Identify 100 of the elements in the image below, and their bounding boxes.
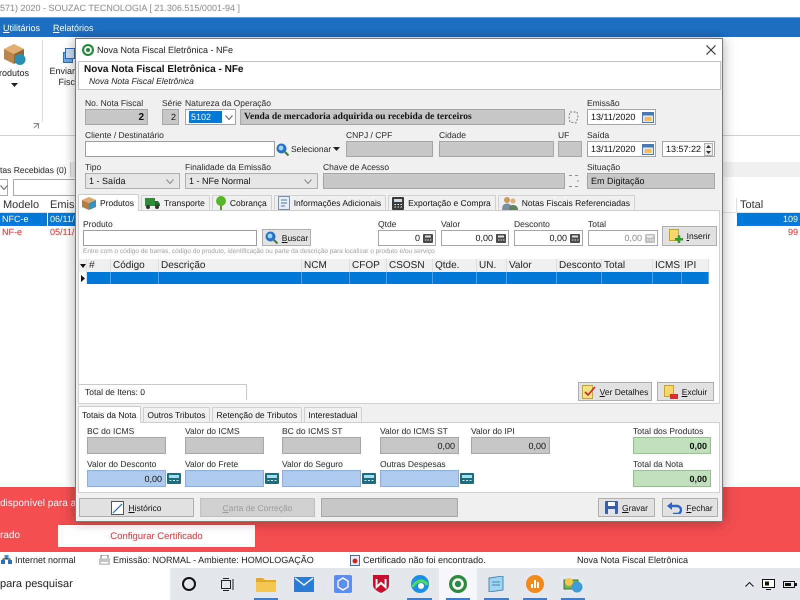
field-label: Cliente / Destinatário bbox=[85, 130, 164, 141]
tab[interactable]: Cobrança bbox=[212, 195, 272, 210]
save-button[interactable]: Gravar bbox=[598, 498, 655, 517]
column-header[interactable]: Modelo bbox=[0, 198, 48, 212]
field-label: Cidade bbox=[439, 130, 466, 141]
package-icon bbox=[82, 196, 96, 210]
product-input[interactable] bbox=[83, 230, 257, 246]
date-field[interactable]: 13/11/2020 bbox=[587, 141, 656, 157]
tab[interactable]: Retenção de Tributos bbox=[212, 407, 302, 422]
time-field[interactable]: 13:57:22 bbox=[662, 141, 715, 157]
status-text: Nova Nota Fiscal Eletrônica bbox=[577, 555, 688, 565]
monitor-icon[interactable] bbox=[762, 578, 775, 590]
spinner-icon[interactable] bbox=[704, 142, 714, 156]
calculator-icon[interactable] bbox=[362, 473, 376, 484]
field-label: No. Nota Fiscal bbox=[85, 98, 144, 109]
total-field[interactable]: 0,00 bbox=[633, 437, 711, 454]
table-cell[interactable]: NFC-e bbox=[0, 213, 47, 226]
operation-description-field[interactable]: Venda de mercadoria adquirida ou recebida de terceiros bbox=[240, 109, 565, 125]
calculator-icon[interactable] bbox=[265, 473, 279, 484]
amount-field[interactable]: 0 bbox=[378, 230, 436, 246]
action-button[interactable]: Ver Detalhes bbox=[578, 382, 652, 401]
close-icon[interactable] bbox=[706, 45, 716, 55]
tree-icon bbox=[216, 196, 226, 210]
dialog-title: Nova Nota Fiscal Eletrônica - NFe bbox=[97, 45, 234, 55]
chevron-down-icon bbox=[304, 178, 312, 184]
task-view-icon[interactable] bbox=[220, 578, 235, 590]
people-icon bbox=[502, 196, 518, 210]
corner-arrow-icon[interactable] bbox=[33, 123, 39, 129]
history-button[interactable]: Histórico bbox=[79, 498, 194, 517]
table-cell[interactable]: 109 bbox=[737, 213, 800, 226]
field-label: Total dos Produtos bbox=[633, 426, 704, 437]
menu-item[interactable]: Utilitários bbox=[3, 22, 40, 32]
calculator-icon[interactable] bbox=[460, 473, 474, 484]
calculator-icon[interactable] bbox=[167, 473, 181, 484]
charge-field[interactable] bbox=[282, 470, 361, 487]
close-dialog-button[interactable]: Fechar bbox=[662, 498, 718, 517]
back-arrow-icon bbox=[667, 502, 682, 514]
filter-combobox[interactable] bbox=[0, 179, 8, 196]
certificate-icon bbox=[350, 554, 360, 566]
heading: Nova Nota Fiscal Eletrônica - NFe bbox=[84, 64, 244, 76]
bar-chart-icon bbox=[526, 575, 544, 593]
purpose-combobox[interactable]: 1 - NFe Normal bbox=[185, 173, 318, 189]
search-field[interactable]: para pesquisar bbox=[0, 568, 170, 600]
caret-icon bbox=[10, 83, 18, 87]
field-label: BC do ICMS ST bbox=[282, 426, 342, 437]
charge-field[interactable] bbox=[380, 470, 459, 487]
tab[interactable]: Informações Adicionais bbox=[274, 195, 386, 210]
window-title: 571) 2020 - SOUZAC TECNOLOGIA [ 21.306.515/0001-94 ] bbox=[0, 2, 240, 12]
calendar-icon[interactable] bbox=[642, 144, 654, 154]
chevron-up-icon[interactable] bbox=[745, 582, 754, 586]
tab[interactable]: Totais da Nota bbox=[78, 406, 142, 423]
amount-field[interactable]: 0,00 bbox=[441, 230, 509, 246]
field-label: Finalidade da Emissão bbox=[185, 162, 271, 173]
menu-item[interactable]: Relatórios bbox=[53, 22, 94, 32]
search-icon bbox=[264, 231, 278, 244]
money-icon bbox=[563, 576, 584, 592]
select-button[interactable]: Selecionar bbox=[276, 141, 340, 157]
tab[interactable]: Exportação e Compra bbox=[388, 195, 496, 210]
client-input[interactable] bbox=[85, 141, 275, 157]
amount-field[interactable]: 0,00 bbox=[514, 230, 583, 246]
insert-button[interactable]: Inserir bbox=[662, 226, 717, 246]
tab[interactable]: Transporte bbox=[141, 195, 210, 210]
row-pointer-icon bbox=[80, 274, 84, 282]
field-label: Situação bbox=[587, 162, 620, 173]
calculator-icon[interactable] bbox=[570, 234, 580, 242]
status-text: Internet normal bbox=[15, 555, 76, 565]
action-button[interactable]: Excluir bbox=[657, 382, 714, 401]
field-label: Valor do Desconto bbox=[87, 459, 156, 470]
checklist-icon bbox=[582, 384, 596, 398]
calculator-icon[interactable] bbox=[496, 234, 506, 242]
column-header[interactable]: Total bbox=[737, 198, 800, 212]
tab[interactable]: Notas Fiscais Referenciadas bbox=[498, 195, 635, 210]
item-count: Total de Itens: 0 bbox=[79, 384, 247, 400]
field-label: Valor do ICMS ST bbox=[380, 426, 448, 437]
charge-field[interactable]: 0,00 bbox=[87, 470, 166, 487]
page-icon bbox=[111, 500, 124, 514]
table-cell[interactable]: NF-e bbox=[0, 226, 47, 239]
field-label: Outras Despesas bbox=[380, 459, 446, 470]
configure-certificate-button[interactable]: Configurar Certificado bbox=[58, 525, 255, 547]
chevron-down-icon bbox=[225, 114, 233, 120]
charge-field[interactable] bbox=[185, 470, 264, 487]
search-button[interactable]: Buscar bbox=[262, 229, 311, 246]
calculator-icon[interactable] bbox=[423, 234, 433, 242]
type-combobox[interactable]: 1 - Saída bbox=[85, 173, 180, 189]
search-icon bbox=[276, 142, 289, 156]
total-field[interactable]: 0,00 bbox=[633, 470, 711, 487]
battery-icon[interactable] bbox=[783, 580, 797, 588]
tab[interactable]: Outros Tributos bbox=[143, 407, 210, 422]
banner-text: rado bbox=[0, 530, 20, 542]
field-label: Série bbox=[162, 98, 182, 109]
circle-icon[interactable] bbox=[182, 577, 196, 591]
tab[interactable]: Interestadual bbox=[304, 407, 362, 422]
date-field[interactable]: 13/11/2020 bbox=[587, 109, 656, 125]
tab[interactable]: Produtos bbox=[78, 194, 140, 211]
tab[interactable]: tas Recebidas (0) bbox=[0, 162, 71, 177]
document-icon bbox=[278, 196, 290, 210]
calendar-icon[interactable] bbox=[642, 112, 654, 122]
field-label: Desconto bbox=[514, 219, 550, 230]
operation-code-combobox[interactable]: 5102 bbox=[185, 109, 236, 125]
table-cell[interactable]: 99 bbox=[737, 226, 800, 239]
